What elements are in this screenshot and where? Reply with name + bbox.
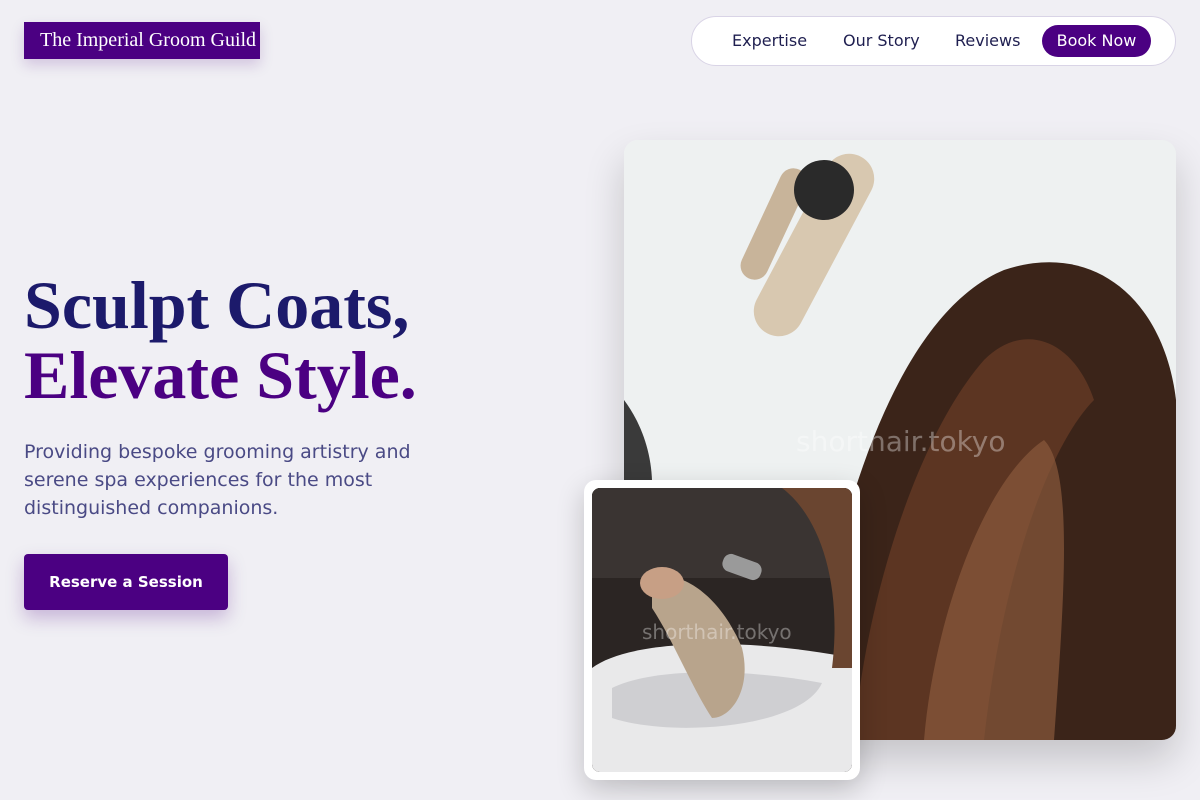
headline-line-2: Elevate Style. (24, 337, 417, 413)
main-image-watermark: shorthair.tokyo (796, 425, 1006, 458)
nav-link-expertise[interactable]: Expertise (732, 17, 807, 65)
reserve-session-button[interactable]: Reserve a Session (24, 554, 228, 610)
hero-headline: Sculpt Coats, Elevate Style. (24, 270, 417, 410)
book-now-button[interactable]: Book Now (1042, 25, 1151, 57)
headline-line-1: Sculpt Coats, (24, 267, 410, 343)
brand-logo[interactable]: The Imperial Groom Guild (24, 22, 260, 59)
inset-image-hair-wash: shorthair.tokyo (592, 488, 852, 772)
inset-image-watermark: shorthair.tokyo (642, 620, 792, 644)
nav-link-reviews[interactable]: Reviews (955, 17, 1020, 65)
hero-subtext: Providing bespoke grooming artistry and … (24, 441, 411, 519)
main-nav: Expertise Our Story Reviews Book Now (691, 16, 1176, 66)
inset-image-frame: shorthair.tokyo (584, 480, 860, 780)
nav-link-our-story[interactable]: Our Story (843, 17, 920, 65)
